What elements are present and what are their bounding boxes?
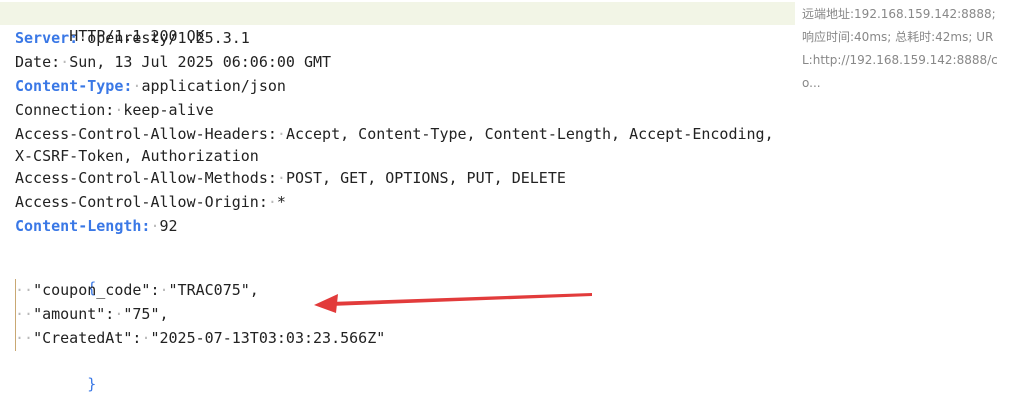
header-name: Server:	[15, 29, 79, 47]
annotation-arrow-icon	[314, 293, 592, 313]
json-close-brace: }	[87, 375, 97, 393]
indent-dots: ··	[15, 305, 34, 323]
header-line: Access-Control-Allow-Methods:·POST, GET,…	[15, 167, 790, 191]
json-value: "75",	[123, 305, 169, 323]
indent-dots: ··	[15, 329, 34, 347]
json-close-brace-line: }	[15, 351, 790, 393]
space-dot: ·	[60, 53, 70, 71]
header-name: Access-Control-Allow-Origin:	[15, 193, 268, 211]
header-value: openresty/1.25.3.1	[87, 29, 250, 47]
header-name: Access-Control-Allow-Methods:	[15, 169, 277, 187]
json-value: "2025-07-13T03:03:23.566Z"	[150, 329, 386, 347]
header-line: Content-Type:·application/json	[15, 75, 790, 99]
header-value: POST, GET, OPTIONS, PUT, DELETE	[285, 169, 566, 187]
meta-timing: 响应时间:40ms; 总耗时:42ms; UR	[802, 30, 994, 44]
header-value: *	[276, 193, 286, 211]
header-name: Connection:	[15, 101, 115, 119]
json-key: "amount":	[33, 305, 115, 323]
header-name: Content-Type:	[15, 77, 133, 95]
header-line: Connection:·keep-alive	[15, 99, 790, 123]
json-value: "TRAC075",	[168, 281, 259, 299]
space-dot: ·	[276, 125, 286, 143]
header-name: Content-Length:	[15, 217, 151, 235]
header-value: keep-alive	[123, 101, 214, 119]
header-value: 92	[159, 217, 178, 235]
annotation-arrow-shaft	[330, 293, 592, 306]
header-line: Date:·Sun, 13 Jul 2025 06:06:00 GMT	[15, 51, 790, 75]
response-viewer: HTTP/1.1 200 OK Server:·openresty/1.25.3…	[0, 0, 1023, 400]
header-name: Date:	[15, 53, 61, 71]
space-dot: ·	[150, 217, 160, 235]
meta-url-tail: o...	[802, 76, 821, 90]
space-dot: ·	[159, 281, 169, 299]
json-field-line: ··"CreatedAt":·"2025-07-13T03:03:23.566Z…	[15, 327, 790, 351]
header-line: Content-Length:·92	[15, 215, 790, 239]
space-dot: ·	[276, 169, 286, 187]
json-body: { ··"coupon_code":·"TRAC075", ··"amount"…	[15, 255, 790, 393]
header-line: Server:·openresty/1.25.3.1	[15, 27, 790, 51]
indent-guide	[15, 279, 16, 351]
request-meta-panel: 远端地址:192.168.159.142:8888; 响应时间:40ms; 总耗…	[802, 3, 1020, 95]
header-value: Sun, 13 Jul 2025 06:06:00 GMT	[69, 53, 332, 71]
header-line: Access-Control-Allow-Headers:·Accept, Co…	[15, 123, 790, 167]
json-key: "CreatedAt":	[33, 329, 142, 347]
meta-url: L:http://192.168.159.142:8888/c	[802, 53, 998, 67]
header-name: Access-Control-Allow-Headers:	[15, 125, 277, 143]
response-text[interactable]: HTTP/1.1 200 OK Server:·openresty/1.25.3…	[15, 3, 790, 393]
json-key: "coupon_code":	[33, 281, 160, 299]
header-value: application/json	[141, 77, 286, 95]
json-open-brace-line: {	[15, 255, 790, 297]
meta-remote-address: 远端地址:192.168.159.142:8888;	[802, 7, 996, 21]
indent-dots: ··	[15, 281, 34, 299]
annotation-arrow-head	[314, 294, 338, 313]
space-dot: ·	[267, 193, 277, 211]
header-list: Server:·openresty/1.25.3.1 Date:·Sun, 13 …	[15, 27, 790, 239]
status-line: HTTP/1.1 200 OK	[15, 3, 790, 45]
header-line: Access-Control-Allow-Origin:·*	[15, 191, 790, 215]
space-dot: ·	[78, 29, 88, 47]
